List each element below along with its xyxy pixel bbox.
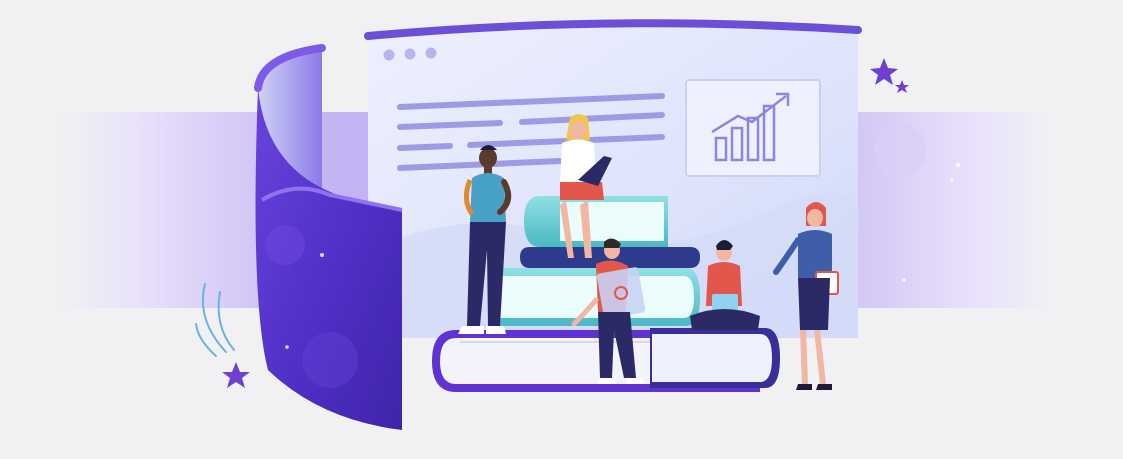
window-dot-3 — [425, 47, 437, 59]
illustration-scene — [0, 0, 1123, 459]
rising-chart-icon — [685, 79, 821, 177]
band-bubble — [874, 124, 926, 176]
window-dot-1 — [383, 49, 395, 61]
online-learning-illustration — [60, 19, 1050, 430]
window-dot-2 — [404, 48, 416, 60]
